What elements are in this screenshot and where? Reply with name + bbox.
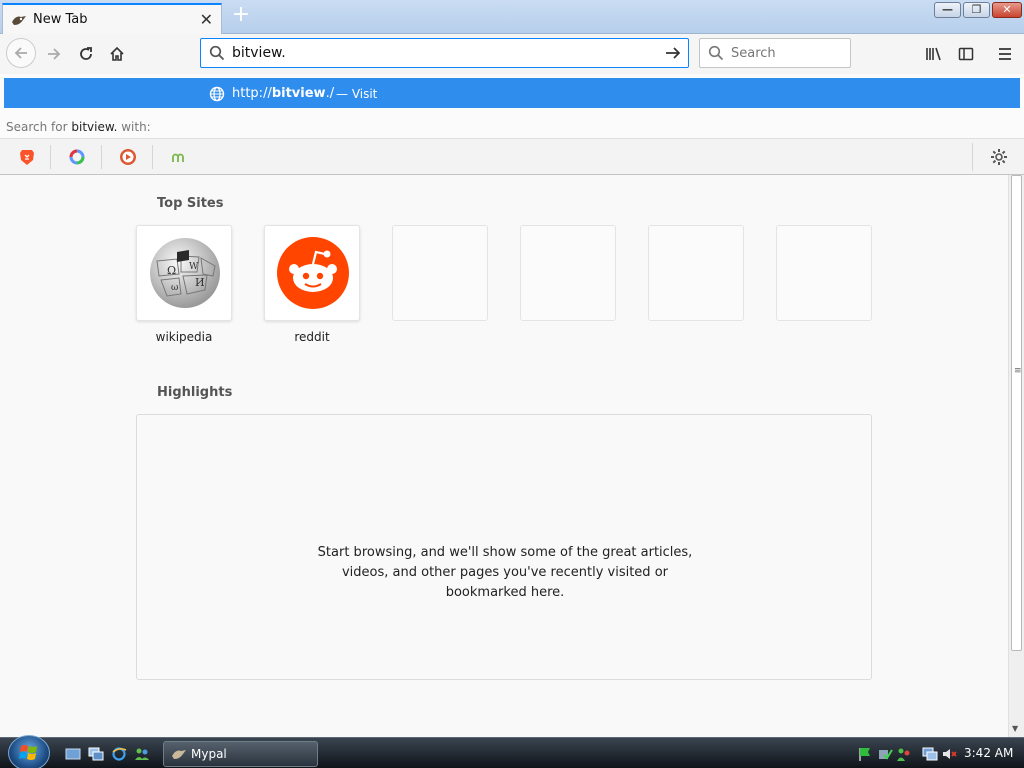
vertical-scrollbar[interactable]: ≡ ▼: [1008, 175, 1024, 737]
new-tab-button[interactable]: +: [228, 4, 254, 28]
show-desktop-icon[interactable]: [65, 746, 81, 762]
top-site-tile-empty[interactable]: [520, 225, 616, 321]
top-site-label: wikipedia: [155, 330, 213, 344]
top-site-tile-reddit[interactable]: [264, 225, 360, 321]
highlights-empty-state: Start browsing, and we'll show some of t…: [136, 414, 872, 680]
reload-icon: [80, 47, 92, 60]
brave-icon[interactable]: [16, 146, 38, 168]
top-site-label: reddit: [294, 330, 330, 344]
tab-close-icon[interactable]: ✕: [200, 10, 213, 29]
gear-icon[interactable]: [988, 146, 1010, 168]
top-site-tile-empty[interactable]: [392, 225, 488, 321]
close-window-button[interactable]: ✕: [992, 2, 1022, 18]
home-icon: [110, 46, 124, 61]
search-icon: [708, 45, 724, 61]
svg-text:И: И: [195, 276, 205, 289]
mypal-favicon-icon: [12, 16, 26, 25]
internet-explorer-icon[interactable]: [111, 746, 127, 762]
tab-strip: New Tab ✕ + — ❐ ✕: [0, 0, 1024, 34]
search-with-label: Search for bitview. with:: [6, 120, 151, 134]
menu-button[interactable]: [991, 40, 1019, 68]
suggestion-url-suffix: ./: [325, 86, 335, 101]
engine-separator: [101, 145, 102, 169]
suggestion-url-prefix: http://: [232, 86, 272, 101]
minimize-icon: —: [942, 3, 953, 16]
windows-taskbar: Mypal 3:42 AM: [0, 735, 1024, 768]
engine-separator: [972, 143, 973, 171]
forward-button[interactable]: [40, 40, 68, 68]
network-users-icon[interactable]: [896, 746, 912, 762]
library-button[interactable]: [920, 40, 948, 68]
top-site-tile-wikipedia[interactable]: Ω W И ω: [136, 225, 232, 321]
search-bar[interactable]: [699, 38, 851, 68]
engine-separator: [152, 145, 153, 169]
navigation-toolbar: [0, 34, 1024, 74]
wikipedia-icon: Ω W И ω: [150, 238, 220, 308]
highlights-message-line: Start browsing, and we'll show some of t…: [317, 545, 693, 560]
svg-text:ω: ω: [171, 283, 178, 293]
start-button[interactable]: [8, 735, 50, 768]
taskbar-clock[interactable]: 3:42 AM: [964, 746, 1013, 760]
minimize-button[interactable]: —: [934, 2, 961, 18]
highlights-title: Highlights: [157, 385, 233, 400]
new-tab-page: Top Sites Ω W И ω wikipedia reddit Highl…: [0, 175, 1008, 737]
search-engine-bar: [0, 138, 1024, 174]
sidebar-icon: [958, 47, 974, 61]
volume-muted-icon[interactable]: [941, 746, 957, 762]
qwant-icon[interactable]: [66, 146, 88, 168]
sidebar-toggle-button[interactable]: [952, 40, 980, 68]
svg-text:Ω: Ω: [167, 264, 176, 277]
close-icon: ✕: [1002, 3, 1012, 16]
hamburger-menu-icon: [999, 48, 1011, 60]
search-with-prefix: Search for: [6, 120, 68, 134]
url-input[interactable]: [232, 45, 652, 61]
top-site-tile-empty[interactable]: [648, 225, 744, 321]
arrow-left-icon: [14, 47, 27, 59]
maximize-button[interactable]: ❐: [963, 2, 990, 18]
suggestion-action: — Visit: [336, 87, 378, 101]
taskbar-button-mypal[interactable]: Mypal: [163, 741, 318, 767]
reload-button[interactable]: [72, 40, 100, 68]
maximize-icon: ❐: [971, 3, 982, 16]
globe-icon: [209, 86, 225, 102]
arrow-right-icon: [48, 48, 61, 60]
back-button[interactable]: [6, 38, 36, 68]
scrollbar-thumb[interactable]: ≡: [1011, 175, 1022, 651]
mojeek-icon[interactable]: [168, 146, 190, 168]
highlights-message-line: videos, and other pages you've recently …: [341, 565, 668, 580]
engine-separator: [50, 145, 51, 169]
messenger-icon[interactable]: [134, 746, 150, 762]
taskbar-button-label: Mypal: [191, 747, 227, 761]
mypal-icon: [172, 750, 186, 759]
duckduckgo-icon[interactable]: [117, 146, 139, 168]
highlights-message: Start browsing, and we'll show some of t…: [137, 543, 873, 603]
window-switcher-icon[interactable]: [88, 746, 104, 762]
search-icon: [209, 45, 225, 61]
home-button[interactable]: [103, 40, 131, 68]
suggestion-visit-row[interactable]: http://bitview./ — Visit: [4, 78, 1020, 108]
url-suggestions-dropdown: http://bitview./ — Visit Search for bitv…: [0, 74, 1024, 175]
svg-text:W: W: [189, 262, 199, 272]
suggestion-url: http://bitview./: [232, 86, 334, 101]
highlights-message-line: bookmarked here.: [445, 585, 565, 600]
url-bar[interactable]: [200, 38, 689, 68]
reddit-icon: [277, 237, 349, 309]
network-monitor-icon[interactable]: [922, 746, 938, 762]
top-sites-title: Top Sites: [157, 196, 224, 211]
library-icon: [926, 47, 941, 61]
flag-icon[interactable]: [857, 746, 873, 762]
go-arrow-icon[interactable]: [664, 45, 682, 61]
search-input[interactable]: [731, 46, 841, 61]
scroll-down-arrow-icon[interactable]: ▼: [1012, 724, 1018, 733]
scrollbar-grip-icon: ≡: [1014, 366, 1022, 376]
search-with-query: bitview.: [71, 120, 118, 134]
top-site-tile-empty[interactable]: [776, 225, 872, 321]
search-with-suffix: with:: [121, 120, 151, 134]
windows-logo-icon: [19, 745, 37, 760]
suggestion-url-host: bitview: [271, 86, 326, 101]
tab-title: New Tab: [33, 12, 88, 27]
security-check-icon[interactable]: [877, 746, 893, 762]
tab-new-tab[interactable]: New Tab ✕: [2, 3, 222, 34]
